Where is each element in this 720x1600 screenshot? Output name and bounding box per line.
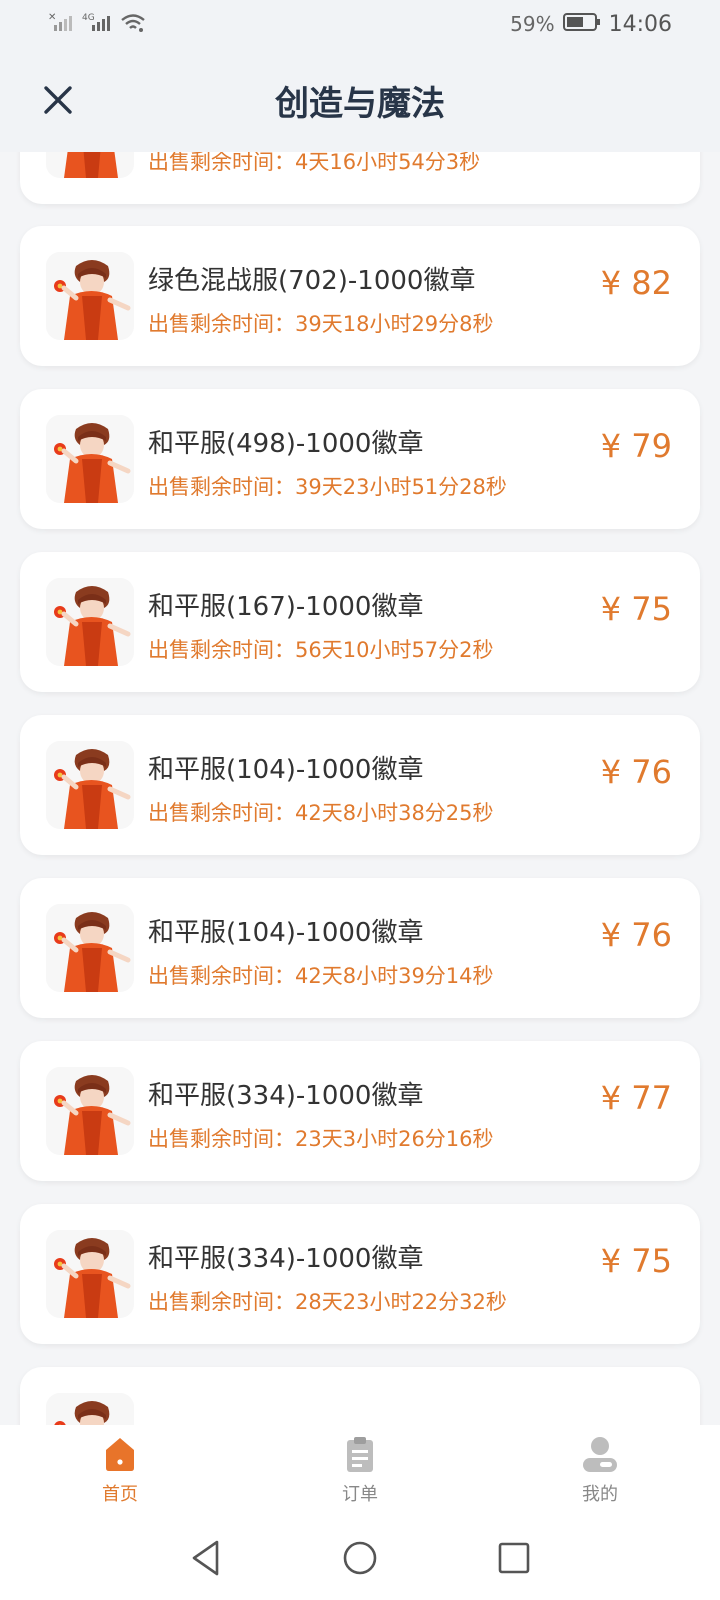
time-remaining-value: 42天8小时39分14秒 [295,964,494,988]
close-icon [44,86,72,114]
user-icon [583,1437,617,1472]
listing-price: ¥ 79 [600,427,672,465]
listing-title: 和平服(167)-1000徽章 [148,592,424,622]
listing-time-remaining: 出售剩余时间：42天8小时38分25秒 [148,797,494,827]
listing-time-remaining: 出售剩余时间：39天18小时29分8秒 [148,308,494,338]
tab-home[interactable]: 首页 [40,1434,200,1506]
svg-text:✕: ✕ [48,12,56,23]
signal-x-icon: ✕ [48,11,74,37]
home-circle-icon [343,1541,377,1574]
battery-percent: 59% [510,12,555,36]
signal-4g-icon: 4G [82,11,112,37]
listing-time-remaining: 出售剩余时间：42天8小时39分14秒 [148,960,494,990]
close-button[interactable] [40,82,76,118]
time-remaining-value: 42天8小时38分25秒 [295,801,494,825]
listing-title: 和平服(104)-1000徽章 [148,755,424,785]
listing-title: 和平服(334)-1000徽章 [148,1244,424,1274]
character-avatar-icon [46,1067,134,1155]
clock: 14:06 [608,11,672,37]
status-icons-left: ✕ 4G [48,11,146,37]
time-remaining-value: 28天23小时22分32秒 [295,1290,507,1314]
tab-orders[interactable]: 订单 [280,1434,440,1506]
recents-square-icon [498,1542,530,1573]
recents-nav-button[interactable] [492,1536,536,1580]
listing-time-remaining: 出售剩余时间：39天23小时51分28秒 [148,471,507,501]
character-avatar-icon [46,152,134,178]
listing-thumbnail [46,1230,134,1318]
listing-thumbnail [46,904,134,992]
character-avatar-icon [46,578,134,666]
time-remaining-label: 出售剩余时间： [148,964,295,988]
listing-thumbnail [46,415,134,503]
listing-card[interactable]: 和平服(104)-1000徽章 出售剩余时间：42天8小时38分25秒 ¥ 76 [20,715,700,855]
listing-price: ¥ 82 [600,264,672,302]
time-remaining-label: 出售剩余时间： [148,475,295,499]
listing-price: ¥ 77 [600,1079,672,1117]
page-title: 创造与魔法 [275,83,445,124]
listing-card[interactable]: 出售剩余时间：4天16小时54分3秒 [20,152,700,204]
listing-title: 和平服(104)-1000徽章 [148,918,424,948]
back-triangle-icon [192,1540,219,1575]
tab-orders-label: 订单 [342,1484,378,1505]
listing-card[interactable]: 和平服(334)-1000徽章 出售剩余时间：28天23小时22分32秒 ¥ 7… [20,1204,700,1344]
page-header: 创造与魔法 [0,48,720,152]
bottom-tab-bar: 首页 订单 我的 [0,1425,720,1515]
time-remaining-label: 出售剩余时间： [148,638,295,662]
listing-title: 和平服(498)-1000徽章 [148,429,424,459]
time-remaining-value: 56天10小时57分2秒 [295,638,494,662]
time-remaining-value: 39天23小时51分28秒 [295,475,507,499]
time-remaining-value: 4天16小时54分3秒 [295,152,481,174]
time-remaining-label: 出售剩余时间： [148,1127,295,1151]
character-avatar-icon [46,415,134,503]
status-bar: ✕ 4G 59% 14:06 [0,0,720,48]
home-nav-button[interactable] [338,1536,382,1580]
listing-thumbnail [46,1393,134,1425]
character-avatar-icon [46,252,134,340]
listing-card[interactable]: 和平服(498)-1000徽章 出售剩余时间：39天23小时51分28秒 ¥ 7… [20,389,700,529]
listing-price: ¥ 76 [600,916,672,954]
listing-thumbnail [46,152,134,178]
tab-profile-label: 我的 [582,1484,618,1505]
listing-thumbnail [46,741,134,829]
listing-time-remaining: 出售剩余时间：4天16小时54分3秒 [148,152,480,176]
home-icon [106,1438,134,1471]
system-nav-bar [0,1515,720,1600]
wifi-icon [120,11,146,37]
time-remaining-value: 23天3小时26分16秒 [295,1127,494,1151]
listing-time-remaining: 出售剩余时间：28天23小时22分32秒 [148,1286,507,1316]
back-nav-button[interactable] [184,1536,228,1580]
tab-home-label: 首页 [102,1484,138,1505]
listing-card[interactable]: 和平服(104)-1000徽章 出售剩余时间：42天8小时39分14秒 ¥ 76 [20,878,700,1018]
listing-time-remaining: 出售剩余时间：23天3小时26分16秒 [148,1123,494,1153]
listing-title: 和平服(334)-1000徽章 [148,1081,424,1111]
time-remaining-label: 出售剩余时间： [148,312,295,336]
listing-card[interactable]: 绿色混战服(702)-1000徽章 出售剩余时间：39天18小时29分8秒 ¥ … [20,226,700,366]
listing-price: ¥ 76 [600,753,672,791]
character-avatar-icon [46,741,134,829]
character-avatar-icon [46,1230,134,1318]
listing-card[interactable] [20,1367,700,1425]
character-avatar-icon [46,1393,134,1425]
time-remaining-label: 出售剩余时间： [148,1290,295,1314]
network-label: 4G [82,13,95,23]
time-remaining-label: 出售剩余时间： [148,801,295,825]
listing-price: ¥ 75 [600,1242,672,1280]
listing-thumbnail [46,1067,134,1155]
listing-card[interactable]: 和平服(334)-1000徽章 出售剩余时间：23天3小时26分16秒 ¥ 77 [20,1041,700,1181]
listing-title: 绿色混战服(702)-1000徽章 [148,266,476,296]
status-icons-right: 59% 14:06 [510,12,672,37]
listing-time-remaining: 出售剩余时间：56天10小时57分2秒 [148,634,494,664]
listing-card[interactable]: 和平服(167)-1000徽章 出售剩余时间：56天10小时57分2秒 ¥ 75 [20,552,700,692]
time-remaining-label: 出售剩余时间： [148,152,295,174]
listing-thumbnail [46,252,134,340]
listing-thumbnail [46,578,134,666]
listing-list[interactable]: 出售剩余时间：4天16小时54分3秒 绿色混战服(702)-1000徽章 出售剩… [0,152,720,1425]
time-remaining-value: 39天18小时29分8秒 [295,312,494,336]
clipboard-icon [347,1437,373,1472]
battery-icon [562,12,601,37]
character-avatar-icon [46,904,134,992]
tab-profile[interactable]: 我的 [520,1434,680,1506]
listing-price: ¥ 75 [600,590,672,628]
